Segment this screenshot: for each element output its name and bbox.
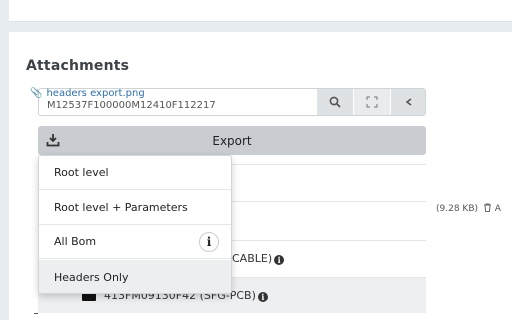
menu-item-root-level-parameters[interactable]: Root level + Parameters xyxy=(39,191,231,225)
info-icon[interactable]: i xyxy=(257,292,268,302)
expand-button[interactable] xyxy=(354,89,390,115)
chevron-icon xyxy=(405,98,412,106)
expand-icon xyxy=(366,96,378,108)
menu-item-all-bom[interactable]: All Bom i xyxy=(39,225,231,259)
menu-item-headers-only[interactable]: Headers Only xyxy=(39,260,231,293)
search-icon xyxy=(329,96,341,108)
cable-row-text: CABLE) i xyxy=(232,252,285,265)
top-panel xyxy=(9,0,512,22)
download-icon xyxy=(46,134,60,147)
attachment-file-name[interactable]: headers export.png xyxy=(46,88,144,99)
info-icon[interactable]: i xyxy=(199,232,219,252)
divider xyxy=(34,313,38,317)
export-button[interactable]: Export xyxy=(38,126,426,155)
search-button[interactable] xyxy=(317,89,353,115)
attachment-file-link[interactable]: 📎 headers export.png xyxy=(30,86,145,100)
collapse-button[interactable] xyxy=(391,89,425,115)
info-icon[interactable]: i xyxy=(274,255,285,265)
export-dropdown-menu: Root level Root level + Parameters All B… xyxy=(38,155,232,294)
attachments-title: Attachments xyxy=(26,58,130,74)
export-label: Export xyxy=(212,133,252,148)
attachment-size: (9.28 KB) A xyxy=(436,203,501,214)
menu-item-root-level[interactable]: Root level xyxy=(39,156,231,190)
paperclip-icon: 📎 xyxy=(30,87,43,99)
trash-icon[interactable] xyxy=(483,203,492,212)
